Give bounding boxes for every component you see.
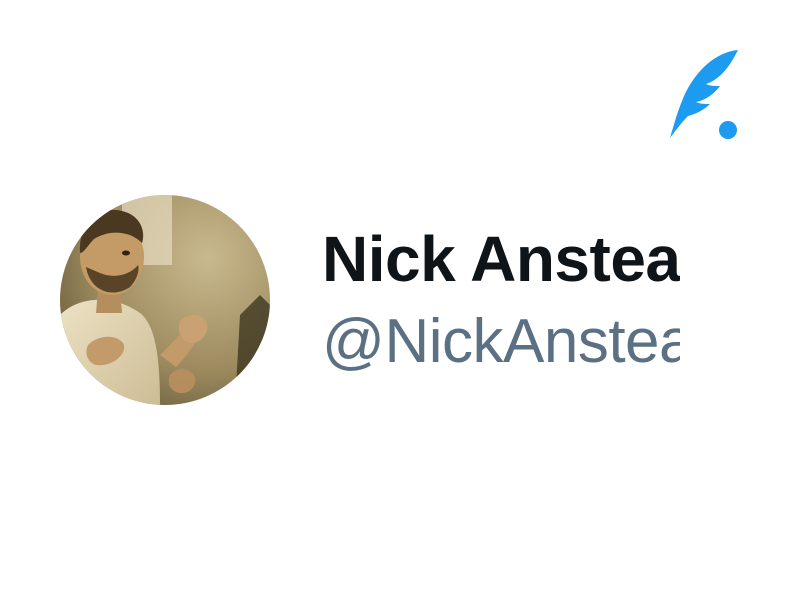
user-handle[interactable]: @NickAnstead <box>322 306 680 378</box>
quill-logo-icon <box>666 46 742 142</box>
profile-names: Nick Anstead @NickAnstead <box>322 222 680 382</box>
profile-card: Nick Anstead @NickAnstead <box>0 0 800 600</box>
display-name[interactable]: Nick Anstead <box>322 222 680 296</box>
avatar[interactable] <box>60 195 270 405</box>
